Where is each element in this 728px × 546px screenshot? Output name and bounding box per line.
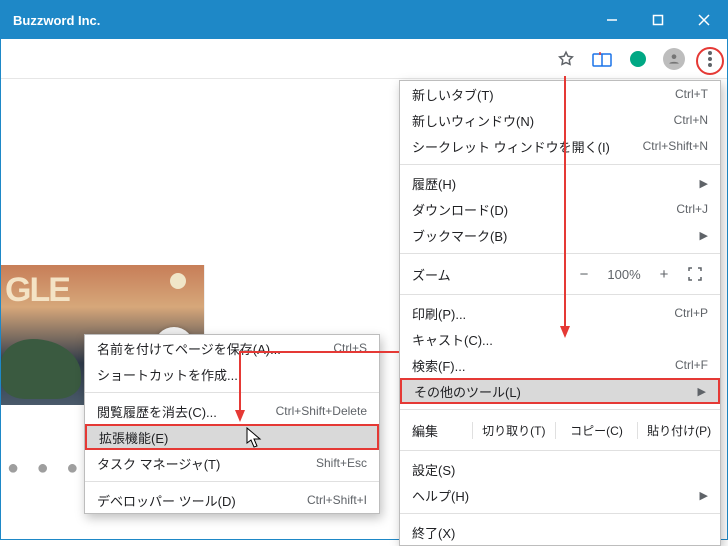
- maximize-button[interactable]: [635, 1, 681, 39]
- submenu-item-task-manager[interactable]: タスク マネージャ(T)Shift+Esc: [85, 450, 379, 476]
- menu-item-more-tools[interactable]: その他のツール(L)▶: [400, 378, 720, 404]
- doodle-letters: GLE: [5, 271, 69, 310]
- chevron-right-icon: ▶: [700, 177, 708, 190]
- account-dot-icon[interactable]: [627, 48, 649, 70]
- menu-item-downloads[interactable]: ダウンロード(D)Ctrl+J: [400, 196, 720, 222]
- edit-paste-button[interactable]: 貼り付け(P): [637, 422, 720, 439]
- zoom-out-button[interactable]: −: [566, 266, 602, 283]
- annotation-circle: [696, 47, 724, 75]
- more-tools-submenu: 名前を付けてページを保存(A)...Ctrl+S ショートカットを作成... 閲…: [84, 334, 380, 514]
- zoom-value: 100%: [602, 267, 646, 282]
- menu-item-help[interactable]: ヘルプ(H)▶: [400, 482, 720, 508]
- menu-item-zoom: ズーム − 100% +: [400, 259, 720, 289]
- close-button[interactable]: [681, 1, 727, 39]
- fullscreen-icon[interactable]: [682, 267, 708, 281]
- cursor-icon: [246, 427, 264, 449]
- menu-item-find[interactable]: 検索(F)...Ctrl+F: [400, 352, 720, 378]
- submenu-item-clear-browsing-data[interactable]: 閲覧履歴を消去(C)...Ctrl+Shift+Delete: [85, 398, 379, 424]
- chevron-right-icon: ▶: [700, 229, 708, 242]
- window-title: Buzzword Inc.: [13, 13, 100, 28]
- avatar-icon[interactable]: [663, 48, 685, 70]
- menu-item-history[interactable]: 履歴(H)▶: [400, 170, 720, 196]
- submenu-item-save-as[interactable]: 名前を付けてページを保存(A)...Ctrl+S: [85, 335, 379, 361]
- titlebar: Buzzword Inc.: [1, 1, 727, 39]
- edit-cut-button[interactable]: 切り取り(T): [472, 422, 555, 439]
- minimize-button[interactable]: [589, 1, 635, 39]
- menu-item-settings[interactable]: 設定(S): [400, 456, 720, 482]
- carousel-dots[interactable]: ● ● ●: [1, 457, 84, 480]
- chrome-main-menu: 新しいタブ(T)Ctrl+T 新しいウィンドウ(N)Ctrl+N シークレット …: [399, 80, 721, 546]
- menu-item-edit-row: 編集 切り取り(T) コピー(C) 貼り付け(P): [400, 415, 720, 445]
- turtle-shape: [1, 339, 81, 399]
- menu-item-exit[interactable]: 終了(X): [400, 519, 720, 545]
- menu-item-new-window[interactable]: 新しいウィンドウ(N)Ctrl+N: [400, 107, 720, 133]
- chevron-right-icon: ▶: [698, 385, 706, 398]
- menu-item-incognito[interactable]: シークレット ウィンドウを開く(I)Ctrl+Shift+N: [400, 133, 720, 159]
- star-icon[interactable]: [555, 48, 577, 70]
- edit-copy-button[interactable]: コピー(C): [555, 422, 638, 439]
- menu-item-new-tab[interactable]: 新しいタブ(T)Ctrl+T: [400, 81, 720, 107]
- moon-icon: [170, 273, 186, 289]
- chevron-right-icon: ▶: [700, 489, 708, 502]
- menu-item-cast[interactable]: キャスト(C)...: [400, 326, 720, 352]
- submenu-item-dev-tools[interactable]: デベロッパー ツール(D)Ctrl+Shift+I: [85, 487, 379, 513]
- submenu-item-create-shortcut[interactable]: ショートカットを作成...: [85, 361, 379, 387]
- submenu-item-extensions[interactable]: 拡張機能(E): [85, 424, 379, 450]
- translate-icon[interactable]: [591, 48, 613, 70]
- browser-toolbar: [1, 39, 727, 79]
- menu-item-bookmarks[interactable]: ブックマーク(B)▶: [400, 222, 720, 248]
- menu-item-print[interactable]: 印刷(P)...Ctrl+P: [400, 300, 720, 326]
- zoom-in-button[interactable]: +: [646, 266, 682, 283]
